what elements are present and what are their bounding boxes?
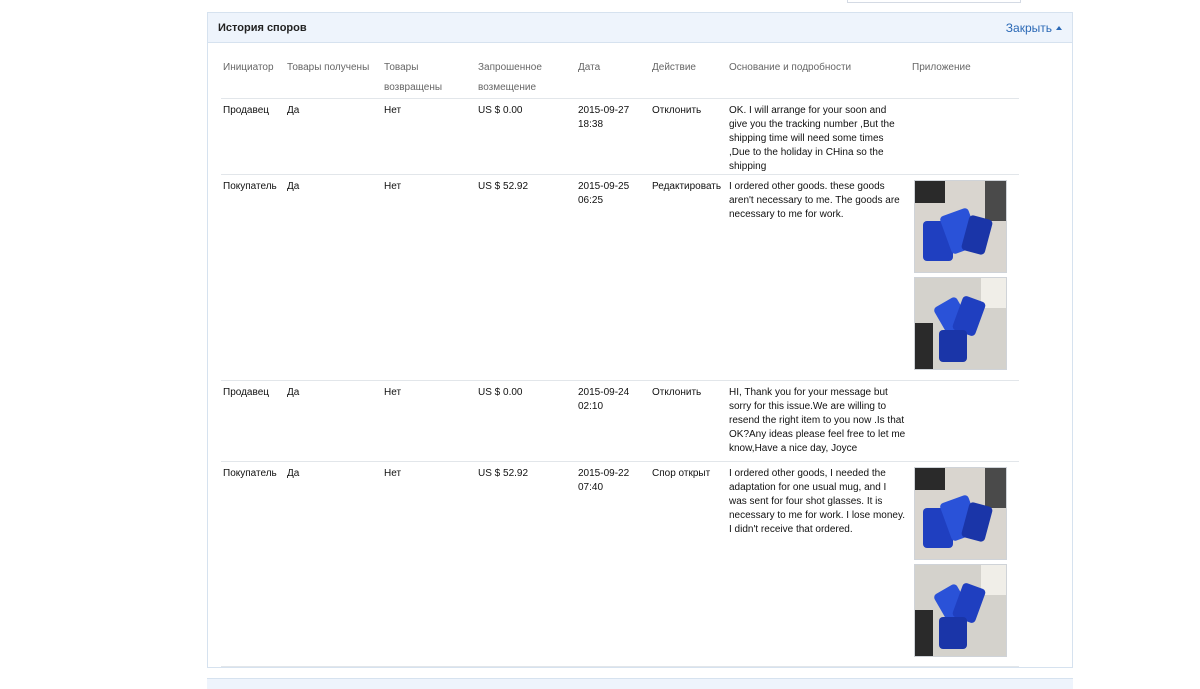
cell-compensation: US $ 0.00 xyxy=(476,380,576,462)
table-row: Покупатель Да Нет US $ 52.92 2015-09-25 … xyxy=(221,174,1019,381)
cell-received: Да xyxy=(285,461,382,667)
header-compensation: Запрошенное возмещение xyxy=(476,58,576,99)
cell-compensation: US $ 0.00 xyxy=(476,98,576,175)
dispute-history-panel: История споров Закрыть Инициатор Товары … xyxy=(207,12,1073,668)
table-row: Покупатель Да Нет US $ 52.92 2015-09-22 … xyxy=(221,461,1019,667)
cell-action: Редактировать xyxy=(650,174,727,381)
cell-returned: Нет xyxy=(382,380,476,462)
cell-returned: Нет xyxy=(382,461,476,667)
attachment-thumbnail[interactable] xyxy=(914,564,1007,657)
cell-initiator: Покупатель xyxy=(221,174,285,381)
cell-compensation: US $ 52.92 xyxy=(476,174,576,381)
table-row: Продавец Да Нет US $ 0.00 2015-09-27 18:… xyxy=(221,98,1019,175)
cell-date: 2015-09-25 06:25 xyxy=(576,174,650,381)
table-row: Продавец Да Нет US $ 0.00 2015-09-24 02:… xyxy=(221,380,1019,462)
cell-attachment xyxy=(910,380,1019,462)
header-reason: Основание и подробности xyxy=(727,58,910,99)
cell-received: Да xyxy=(285,380,382,462)
cell-reason: HI, Thank you for your message but sorry… xyxy=(727,380,910,462)
attachment-thumbnail[interactable] xyxy=(914,277,1007,370)
cell-reason: I ordered other goods, I needed the adap… xyxy=(727,461,910,667)
search-input-edge[interactable] xyxy=(847,0,1021,3)
cell-action: Спор открыт xyxy=(650,461,727,667)
close-button[interactable]: Закрыть xyxy=(1006,21,1062,35)
cell-action: Отклонить xyxy=(650,380,727,462)
caret-up-icon xyxy=(1056,26,1062,30)
dispute-history-table: Инициатор Товары получены Товары возвращ… xyxy=(221,58,1019,667)
cell-initiator: Продавец xyxy=(221,98,285,175)
header-initiator: Инициатор xyxy=(221,58,285,99)
header-attachment: Приложение xyxy=(910,58,1019,99)
attachment-thumbnail[interactable] xyxy=(914,467,1007,560)
cell-date: 2015-09-24 02:10 xyxy=(576,380,650,462)
cell-reason: I ordered other goods. these goods aren'… xyxy=(727,174,910,381)
cell-date: 2015-09-22 07:40 xyxy=(576,461,650,667)
attachment-thumbnail[interactable] xyxy=(914,180,1007,273)
header-returned: Товары возвращены xyxy=(382,58,476,99)
cell-date: 2015-09-27 18:38 xyxy=(576,98,650,175)
cell-received: Да xyxy=(285,98,382,175)
cell-action: Отклонить xyxy=(650,98,727,175)
header-received: Товары получены xyxy=(285,58,382,99)
cell-returned: Нет xyxy=(382,98,476,175)
close-label: Закрыть xyxy=(1005,20,1052,35)
cell-initiator: Продавец xyxy=(221,380,285,462)
cell-initiator: Покупатель xyxy=(221,461,285,667)
panel-header: История споров Закрыть xyxy=(208,13,1072,43)
cell-received: Да xyxy=(285,174,382,381)
header-action: Действие xyxy=(650,58,727,99)
cell-attachment xyxy=(910,98,1019,175)
table-header-row: Инициатор Товары получены Товары возвращ… xyxy=(221,58,1019,99)
cell-reason: OK. I will arrange for your soon and giv… xyxy=(727,98,910,175)
cell-compensation: US $ 52.92 xyxy=(476,461,576,667)
panel-title: История споров xyxy=(218,21,307,34)
header-date: Дата xyxy=(576,58,650,99)
cell-attachment xyxy=(910,461,1019,667)
cell-returned: Нет xyxy=(382,174,476,381)
cell-attachment xyxy=(910,174,1019,381)
